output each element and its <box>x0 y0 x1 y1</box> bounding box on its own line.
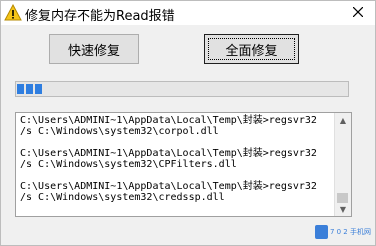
watermark: 7 0 2 手机网 <box>315 221 371 243</box>
quick-repair-button[interactable]: 快速修复 <box>49 34 139 64</box>
log-line: C:\Users\ADMINI~1\AppData\Local\Temp\封装>… <box>20 181 317 192</box>
watermark-logo-icon <box>315 225 328 239</box>
log-line: /s C:\Windows\system32\CPFilters.dll <box>20 159 237 170</box>
progress-block <box>26 84 33 94</box>
log-line: C:\Users\ADMINI~1\AppData\Local\Temp\封装>… <box>20 148 317 159</box>
focus-rectangle <box>208 38 295 60</box>
close-button[interactable] <box>341 1 375 25</box>
log-line: C:\Users\ADMINI~1\AppData\Local\Temp\封装>… <box>20 115 317 126</box>
log-output[interactable]: C:\Users\ADMINI~1\AppData\Local\Temp\封装>… <box>15 112 352 217</box>
scroll-up-icon[interactable]: ▲ <box>335 113 351 127</box>
vertical-scrollbar[interactable]: ▲ ▼ <box>334 113 351 216</box>
progress-fill <box>17 84 42 94</box>
log-line: /s C:\Windows\system32\credssp.dll <box>20 192 225 203</box>
log-text: C:\Users\ADMINI~1\AppData\Local\Temp\封装>… <box>20 115 335 203</box>
log-line: /s C:\Windows\system32\corpol.dll <box>20 126 219 137</box>
scroll-down-icon[interactable]: ▼ <box>335 202 351 216</box>
full-repair-button[interactable]: 全面修复 <box>204 34 299 64</box>
warning-icon <box>4 3 22 22</box>
close-icon <box>352 6 364 21</box>
title-bar: 修复内存不能为Read报错 <box>1 1 375 25</box>
quick-repair-label: 快速修复 <box>67 43 120 59</box>
main-window: 修复内存不能为Read报错 快速修复 全面修复 C:\Users\ADMINI~… <box>0 0 376 246</box>
progress-block <box>17 84 24 94</box>
progress-bar <box>15 81 349 97</box>
window-title: 修复内存不能为Read报错 <box>25 9 175 24</box>
watermark-text: 7 0 2 手机网 <box>329 228 371 236</box>
progress-block <box>35 84 42 94</box>
